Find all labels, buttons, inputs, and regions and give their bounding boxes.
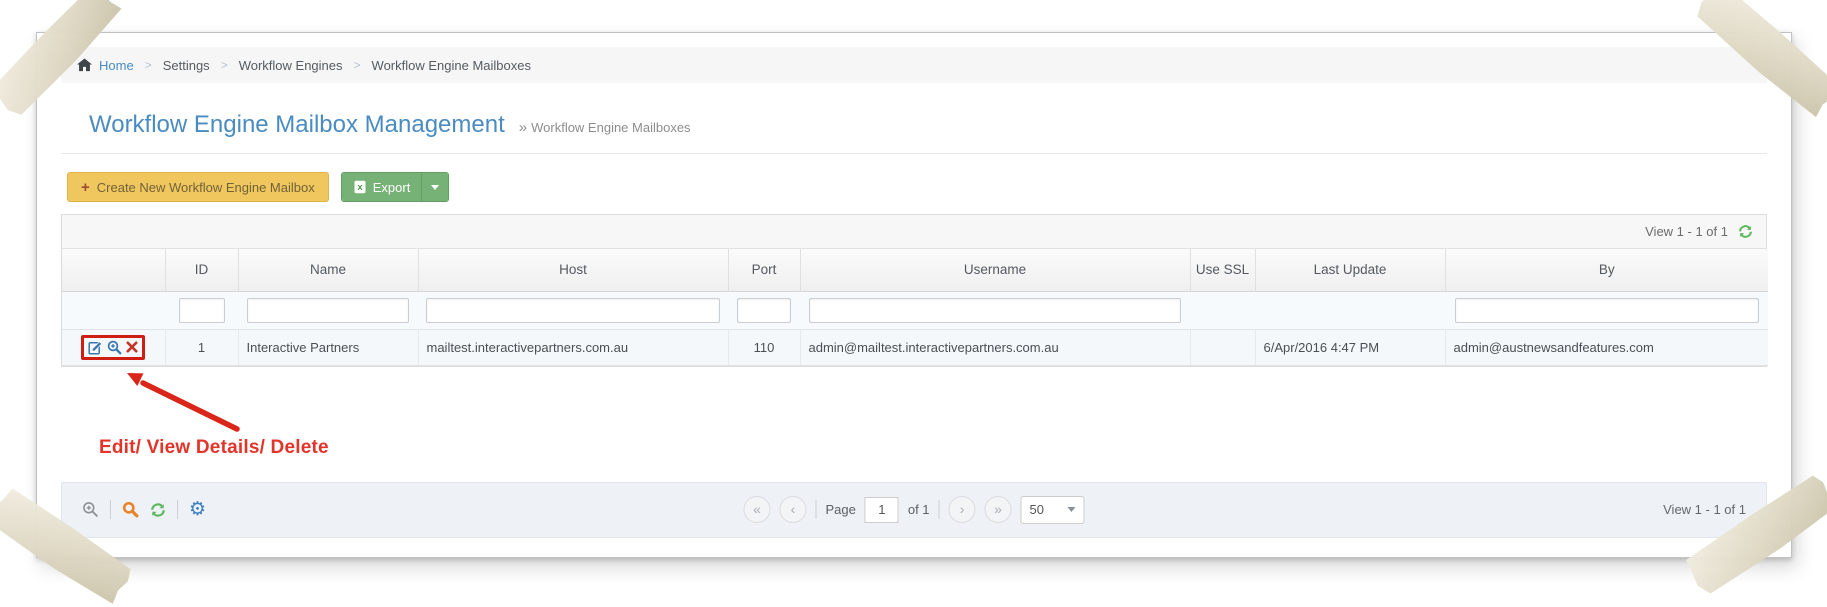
prev-page-button[interactable]: ‹ (779, 496, 807, 523)
cell-host: mailtest.interactivepartners.com.au (418, 329, 729, 366)
column-header-name[interactable]: Name (238, 249, 419, 292)
pager-divider (938, 500, 940, 519)
page-of-label: of 1 (907, 502, 930, 517)
export-button-group: x Export (340, 172, 450, 202)
caret-down-icon (431, 184, 440, 190)
column-header-last-update[interactable]: Last Update (1255, 249, 1446, 292)
screenshot-photo: Home > Settings > Workflow Engines > Wor… (36, 32, 1792, 558)
annotation-arrow (127, 372, 240, 432)
column-header-port[interactable]: Port (728, 249, 801, 292)
filter-row (62, 291, 1768, 330)
table-row[interactable]: 1 Interactive Partners mailtest.interact… (62, 329, 1768, 366)
breadcrumb-item-settings[interactable]: Settings (163, 58, 210, 73)
refresh-icon[interactable] (1738, 224, 1753, 239)
column-header-actions (62, 249, 166, 292)
subtitle-text: Workflow Engine Mailboxes (531, 120, 691, 135)
page-label: Page (825, 502, 856, 517)
title-row: Workflow Engine Mailbox Management » Work… (61, 95, 1767, 154)
cell-name: Interactive Partners (238, 329, 419, 366)
subtitle-marker: » (518, 119, 528, 136)
annotation-label: Edit/ View Details/ Delete (99, 436, 329, 458)
next-page-button[interactable]: › (948, 496, 976, 523)
caret-down-icon (1067, 507, 1076, 512)
annotation-highlight-box (81, 334, 146, 360)
reload-icon[interactable] (150, 502, 166, 518)
page-input[interactable] (864, 496, 899, 523)
column-header-username[interactable]: Username (800, 249, 1191, 292)
last-page-button[interactable]: » (984, 496, 1012, 523)
breadcrumb: Home > Settings > Workflow Engines > Wor… (61, 47, 1767, 83)
cell-by: admin@austnewsandfeatures.com (1445, 329, 1768, 366)
header-row: ID Name Host Port Username Use SSL Last … (62, 249, 1768, 292)
export-button[interactable]: x Export (341, 173, 422, 201)
filter-input-name[interactable] (247, 297, 409, 323)
breadcrumb-home-link[interactable]: Home (99, 58, 134, 73)
cell-use-ssl (1190, 329, 1256, 366)
breadcrumb-item-workflow-engine-mailboxes: Workflow Engine Mailboxes (371, 57, 531, 73)
view-count-top: View 1 - 1 of 1 (1645, 224, 1728, 239)
filter-input-port[interactable] (737, 297, 791, 323)
cell-last-update: 6/Apr/2016 4:47 PM (1255, 329, 1446, 366)
settings-gear-icon[interactable]: ⚙ (189, 500, 206, 519)
zoom-grid-icon[interactable] (82, 501, 99, 518)
breadcrumb-item-workflow-engines[interactable]: Workflow Engines (239, 58, 343, 73)
annotation-zone: Edit/ View Details/ Delete (61, 367, 1767, 482)
column-header-use-ssl[interactable]: Use SSL (1190, 249, 1256, 292)
breadcrumb-separator: > (144, 58, 152, 72)
create-mailbox-button[interactable]: + Create New Workflow Engine Mailbox (67, 172, 329, 202)
plus-icon: + (81, 178, 90, 196)
column-header-host[interactable]: Host (418, 249, 729, 292)
excel-icon: x (353, 180, 367, 194)
view-details-icon[interactable] (107, 340, 122, 355)
breadcrumb-separator: > (220, 58, 228, 72)
column-header-id[interactable]: ID (165, 249, 239, 292)
filter-input-id[interactable] (178, 297, 225, 323)
pager-divider (815, 500, 817, 519)
create-button-label: Create New Workflow Engine Mailbox (96, 179, 315, 195)
page-title: Workflow Engine Mailbox Management (89, 111, 505, 138)
toolbar: + Create New Workflow Engine Mailbox x E… (67, 172, 1767, 202)
view-count-bottom: View 1 - 1 of 1 (1663, 502, 1746, 517)
column-header-by[interactable]: By (1445, 249, 1768, 292)
toolbar-divider (177, 500, 178, 519)
breadcrumb-separator: > (353, 58, 361, 72)
page-subtitle: » Workflow Engine Mailboxes (519, 119, 691, 136)
pager-controls: « ‹ Page of 1 › » 50 (743, 495, 1085, 524)
cell-port: 110 (728, 329, 801, 366)
export-button-label: Export (372, 179, 411, 195)
mailbox-table: ID Name Host Port Username Use SSL Last … (62, 249, 1768, 366)
cell-username: admin@mailtest.interactivepartners.com.a… (800, 329, 1191, 366)
delete-icon[interactable] (126, 341, 138, 353)
filter-input-host[interactable] (426, 297, 720, 323)
first-page-button[interactable]: « (743, 496, 771, 523)
grid-caption-bar: View 1 - 1 of 1 (62, 215, 1766, 249)
filter-input-username[interactable] (809, 297, 1181, 323)
cell-id: 1 (165, 329, 239, 366)
page-size-value: 50 (1029, 502, 1044, 517)
mailbox-grid: View 1 - 1 of 1 ID Name Host Port Userna… (61, 214, 1768, 367)
export-dropdown-button[interactable] (421, 173, 449, 201)
search-icon[interactable] (122, 501, 139, 518)
pager-bar: ⚙ « ‹ Page of 1 › » 50 View 1 - 1 of 1 (61, 481, 1767, 538)
pager-left-toolbar: ⚙ (82, 500, 206, 519)
home-icon (77, 58, 92, 72)
toolbar-divider (110, 500, 111, 519)
svg-text:x: x (357, 182, 363, 193)
edit-icon[interactable] (88, 340, 103, 355)
page-size-select[interactable]: 50 (1020, 495, 1085, 524)
filter-input-by[interactable] (1454, 297, 1759, 323)
